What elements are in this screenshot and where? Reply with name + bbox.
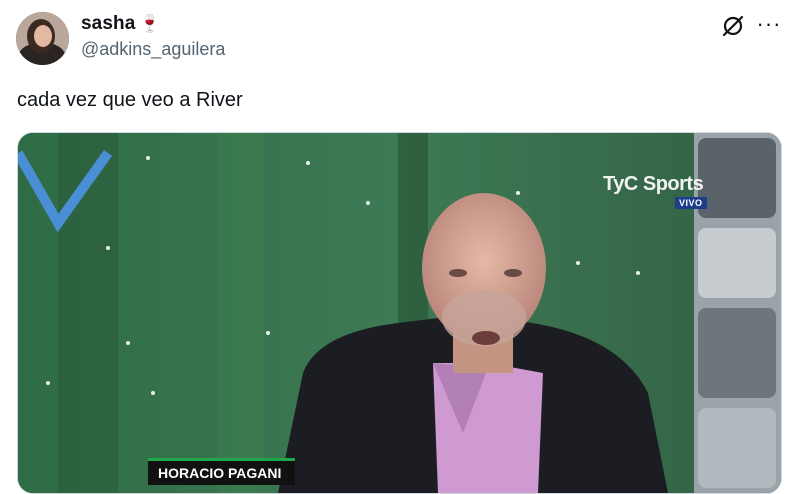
- tweet-text: cada vez que veo a River: [17, 89, 243, 111]
- wine-glass-emoji: 🍷: [139, 14, 161, 33]
- display-name[interactable]: sasha 🍷: [81, 13, 161, 35]
- channel-logo: TyC Sports: [603, 173, 704, 195]
- live-badge: VIVO: [675, 197, 707, 209]
- more-options-icon[interactable]: ···: [755, 12, 783, 40]
- lower-third-name: HORACIO PAGANI: [148, 458, 296, 485]
- grok-icon[interactable]: [719, 12, 747, 40]
- video-media[interactable]: TyC Sports VIVO HORACIO PAGANI: [17, 132, 782, 494]
- avatar[interactable]: [16, 12, 69, 65]
- user-handle[interactable]: @adkins_aguilera: [81, 39, 225, 60]
- display-name-text: sasha: [81, 13, 136, 34]
